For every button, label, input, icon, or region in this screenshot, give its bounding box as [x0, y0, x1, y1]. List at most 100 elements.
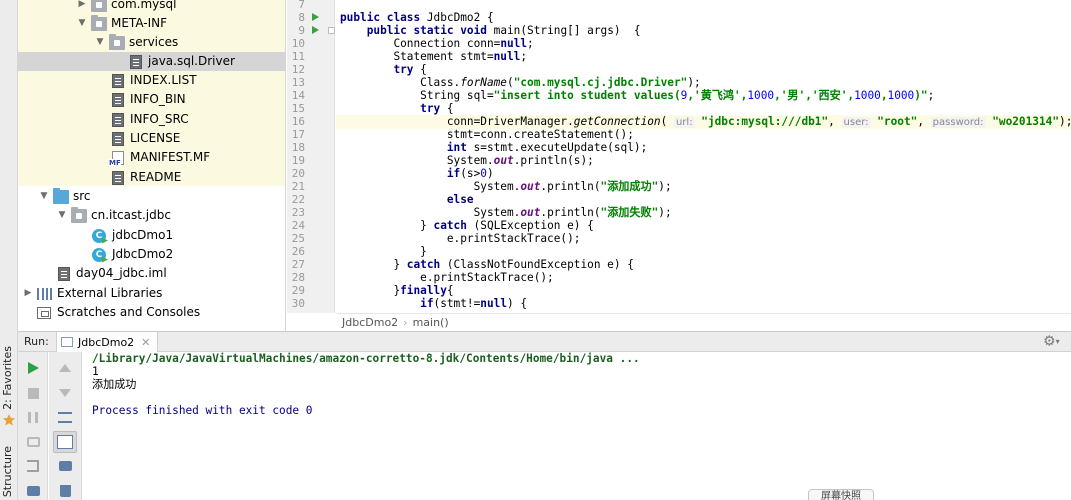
code-line: public class JdbcDmo2 { — [340, 11, 494, 24]
collapse-arrow-icon[interactable]: ▼ — [56, 210, 68, 222]
layout-button[interactable] — [21, 480, 45, 500]
tree-item-scratches[interactable]: Scratches and Consoles — [37, 303, 200, 322]
dump-threads-button[interactable] — [21, 431, 45, 453]
run-config-icon — [61, 337, 73, 347]
line-number: 24 — [291, 219, 305, 232]
up-button[interactable] — [53, 357, 77, 379]
tree-item-src[interactable]: ▼ src — [38, 187, 91, 206]
code-line: } catch (SQLException e) { — [420, 219, 594, 232]
tree-item-jdbcdmo1[interactable]: C jdbcDmo1 — [92, 226, 173, 245]
tree-item-label: JdbcDmo2 — [112, 247, 174, 261]
breadcrumb-class[interactable]: JdbcDmo2 — [342, 316, 398, 329]
folder-icon — [109, 33, 125, 50]
module-file-icon — [58, 266, 70, 281]
trash-icon — [59, 485, 71, 497]
package-icon — [91, 0, 107, 12]
expand-arrow-icon[interactable]: ▶ — [76, 0, 88, 11]
tree-item-jdbcdmo2[interactable]: C JdbcDmo2 — [92, 245, 173, 264]
line-number: 20 — [291, 167, 305, 180]
run-main-icon[interactable] — [312, 26, 319, 34]
file-icon — [130, 54, 142, 69]
manifest-file-icon — [109, 150, 124, 167]
line-number: 23 — [291, 206, 305, 219]
tree-item-cn-itcast-jdbc[interactable]: ▼ cn.itcast.jdbc — [56, 206, 171, 225]
tree-item-label: MANIFEST.MF — [130, 150, 211, 164]
tree-item-index-list[interactable]: INDEX.LIST — [110, 71, 197, 90]
pause-button[interactable] — [21, 406, 45, 428]
down-button[interactable] — [53, 382, 77, 404]
file-icon — [112, 112, 124, 127]
console-output[interactable]: /Library/Java/JavaVirtualMachines/amazon… — [83, 352, 1071, 500]
tree-item-iml[interactable]: day04_jdbc.iml — [56, 264, 167, 283]
stop-icon — [27, 387, 39, 399]
java-class-icon: C — [92, 228, 106, 243]
line-number: 8 — [298, 11, 305, 24]
line-number: 13 — [291, 76, 305, 89]
console-output-line: 1 — [92, 365, 99, 378]
scroll-to-end-button[interactable] — [53, 431, 77, 453]
code-line: try { — [393, 63, 427, 76]
line-number: 30 — [291, 297, 305, 310]
run-panel-header: Run: JdbcDmo2 ✕ ⚙▾ — [18, 331, 1071, 352]
breadcrumb-method[interactable]: main() — [413, 316, 449, 329]
collapse-arrow-icon[interactable]: ▼ — [76, 18, 88, 30]
tree-item-info-src[interactable]: INFO_SRC — [110, 110, 189, 129]
fold-icon[interactable] — [328, 27, 335, 34]
structure-tab[interactable]: Structure — [1, 446, 17, 497]
file-icon — [112, 92, 124, 107]
line-number: 16 — [291, 115, 305, 128]
editor-gutter: 7 8 9 10 11 12 13 14 15 16 17 18 19 20 2… — [287, 0, 335, 313]
tree-item-external-libraries[interactable]: ▶ External Libraries — [22, 284, 163, 303]
code-line: System.out.println(s); — [446, 154, 594, 167]
favorites-tab[interactable]: 2: Favorites — [1, 346, 17, 410]
file-icon — [112, 73, 124, 88]
code-editor[interactable]: 7 8 9 10 11 12 13 14 15 16 17 18 19 20 2… — [287, 0, 1071, 331]
code-line: Connection conn=null; — [393, 37, 534, 50]
folder-icon — [91, 14, 107, 31]
clear-all-button[interactable] — [53, 480, 77, 500]
collapse-arrow-icon[interactable]: ▼ — [38, 191, 50, 203]
tree-item-services[interactable]: ▼ services — [94, 33, 178, 52]
print-button[interactable] — [53, 455, 77, 477]
line-number: 18 — [291, 141, 305, 154]
tree-item-manifest[interactable]: MANIFEST.MF — [109, 148, 211, 167]
tree-item-label: INDEX.LIST — [130, 73, 197, 87]
line-number: 11 — [291, 50, 305, 63]
console-exit-line: Process finished with exit code 0 — [92, 404, 313, 417]
tree-item-label: cn.itcast.jdbc — [91, 208, 171, 222]
tree-item-com-mysql[interactable]: ▶ com.mysql — [76, 0, 176, 14]
tree-item-info-bin[interactable]: INFO_BIN — [110, 90, 186, 109]
print-icon — [58, 461, 72, 471]
collapse-arrow-icon[interactable]: ▼ — [94, 37, 106, 49]
tree-item-java-sql-driver[interactable]: java.sql.Driver — [18, 52, 285, 71]
pause-icon — [28, 411, 38, 423]
line-number: 28 — [291, 271, 305, 284]
left-tool-strip: 2: Favorites Structure — [0, 0, 18, 500]
run-class-icon[interactable] — [312, 13, 319, 21]
line-number: 26 — [291, 245, 305, 258]
soft-wrap-button[interactable] — [53, 406, 77, 428]
tree-item-license[interactable]: LICENSE — [110, 129, 180, 148]
code-line: Statement stmt=null; — [393, 50, 528, 63]
exit-icon — [27, 460, 39, 472]
console-command-line[interactable]: /Library/Java/JavaVirtualMachines/amazon… — [92, 352, 1071, 365]
stop-button[interactable] — [21, 382, 45, 404]
screenshot-overlay-button[interactable]: 屏幕快照 — [808, 489, 874, 500]
tree-item-label: src — [73, 189, 91, 203]
tree-item-readme[interactable]: README — [110, 168, 181, 187]
run-label: Run: — [24, 335, 49, 348]
tree-item-label: INFO_SRC — [130, 112, 189, 126]
expand-arrow-icon[interactable]: ▶ — [22, 288, 34, 300]
close-icon[interactable]: ✕ — [141, 336, 150, 349]
tree-item-label: com.mysql — [111, 0, 177, 11]
run-toolbar-primary — [18, 352, 48, 500]
gear-icon[interactable]: ⚙▾ — [1043, 334, 1067, 349]
param-hint: url: — [673, 117, 695, 128]
run-tab[interactable]: JdbcDmo2 ✕ — [56, 332, 158, 352]
code-line: try { — [420, 102, 454, 115]
tree-item-meta-inf[interactable]: ▼ META-INF — [76, 14, 167, 33]
restore-layout-button[interactable] — [21, 455, 45, 477]
run-tab-title: JdbcDmo2 — [78, 335, 135, 349]
line-number: 14 — [291, 89, 305, 102]
rerun-button[interactable] — [21, 357, 45, 379]
